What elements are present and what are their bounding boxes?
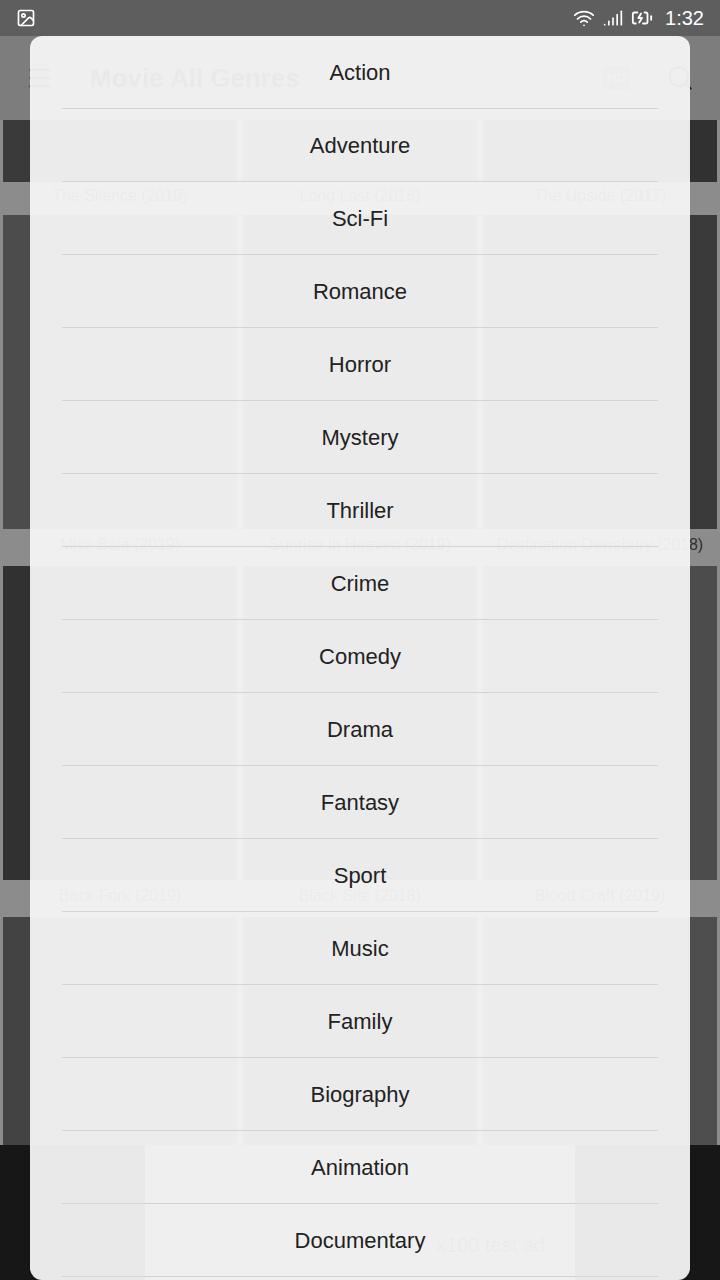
genre-divider xyxy=(62,984,658,985)
screen: Movie All GenresHDThe Silence (2019)Long… xyxy=(0,0,720,1280)
genre-divider xyxy=(62,327,658,328)
genre-item[interactable]: Family xyxy=(30,985,690,1058)
genre-item[interactable]: Action xyxy=(30,36,690,109)
genre-item[interactable]: Thriller xyxy=(30,474,690,547)
image-notification-icon xyxy=(16,8,36,28)
genre-divider xyxy=(62,1203,658,1204)
genre-item[interactable]: Sport xyxy=(30,839,690,912)
wifi-icon xyxy=(573,7,595,29)
genre-divider xyxy=(62,254,658,255)
genre-divider xyxy=(62,546,658,547)
genre-item[interactable]: Comedy xyxy=(30,620,690,693)
status-time: 1:32 xyxy=(665,3,704,33)
genre-item[interactable]: Mystery xyxy=(30,401,690,474)
signal-icon xyxy=(603,8,623,28)
genre-item[interactable]: Music xyxy=(30,912,690,985)
genre-item[interactable]: Biography xyxy=(30,1058,690,1131)
genre-divider xyxy=(62,838,658,839)
genre-divider xyxy=(62,911,658,912)
genre-divider xyxy=(62,181,658,182)
genre-divider xyxy=(62,400,658,401)
genre-divider xyxy=(62,765,658,766)
genre-divider xyxy=(62,1130,658,1131)
genre-divider xyxy=(62,473,658,474)
genre-item[interactable]: Sci-Fi xyxy=(30,182,690,255)
genre-divider xyxy=(62,619,658,620)
genre-divider xyxy=(62,108,658,109)
genre-divider xyxy=(62,1057,658,1058)
genre-dialog: ActionAdventureSci-FiRomanceHorrorMyster… xyxy=(30,36,690,1280)
genre-divider xyxy=(62,692,658,693)
battery-icon xyxy=(631,7,653,29)
genre-item[interactable]: Horror xyxy=(30,328,690,401)
genre-item[interactable]: Crime xyxy=(30,547,690,620)
genre-item[interactable]: Drama xyxy=(30,693,690,766)
genre-item[interactable]: Animation xyxy=(30,1131,690,1204)
status-bar: 1:32 xyxy=(0,0,720,36)
genre-item[interactable]: Fantasy xyxy=(30,766,690,839)
genre-divider xyxy=(62,1276,658,1277)
genre-item[interactable]: Adventure xyxy=(30,109,690,182)
genre-item[interactable]: Romance xyxy=(30,255,690,328)
genre-item[interactable]: Documentary xyxy=(30,1204,690,1277)
